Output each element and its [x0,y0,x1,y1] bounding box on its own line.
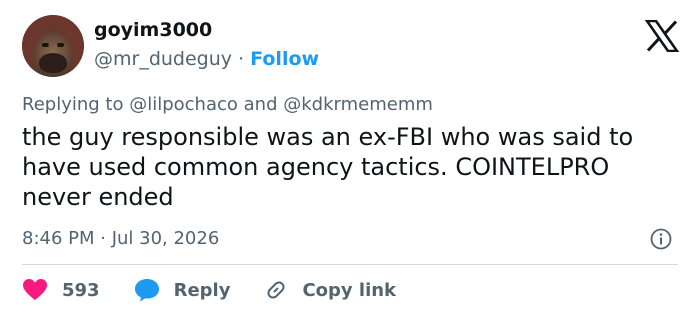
reply-joiner: and [243,94,278,115]
separator: · [238,48,245,70]
avatar[interactable] [22,15,84,77]
reply-prefix: Replying to [22,94,124,115]
info-icon[interactable] [650,228,672,250]
like-count: 593 [62,279,100,301]
reply-label: Reply [173,279,231,301]
follow-button[interactable]: Follow [250,48,319,70]
mention-link[interactable]: @lilpochaco [129,94,238,115]
display-name[interactable]: goyim3000 [94,19,212,41]
mention-link[interactable]: @kdkrmememm [283,94,433,115]
avatar-eyes [42,43,64,47]
action-bar: 593 Reply Copy link [22,276,430,304]
avatar-beard [39,53,67,73]
like-button[interactable]: 593 [22,278,100,302]
handle-row: @mr_dudeguy · Follow [94,48,319,70]
heart-icon [23,279,47,300]
reply-button[interactable]: Reply [134,278,231,302]
reply-context: Replying to @lilpochaco and @kdkrmememm [22,94,433,115]
handle[interactable]: @mr_dudeguy [94,48,232,70]
reply-bubble-icon [134,279,159,302]
link-icon [267,281,285,299]
divider [22,264,678,265]
tweet-text: the guy responsible was an ex-FBI who wa… [22,123,634,211]
x-logo-icon[interactable] [645,20,679,52]
copy-link-label: Copy link [302,279,397,301]
timestamp[interactable]: 8:46 PM · Jul 30, 2026 [22,228,219,249]
copy-link-button[interactable]: Copy link [264,278,396,302]
